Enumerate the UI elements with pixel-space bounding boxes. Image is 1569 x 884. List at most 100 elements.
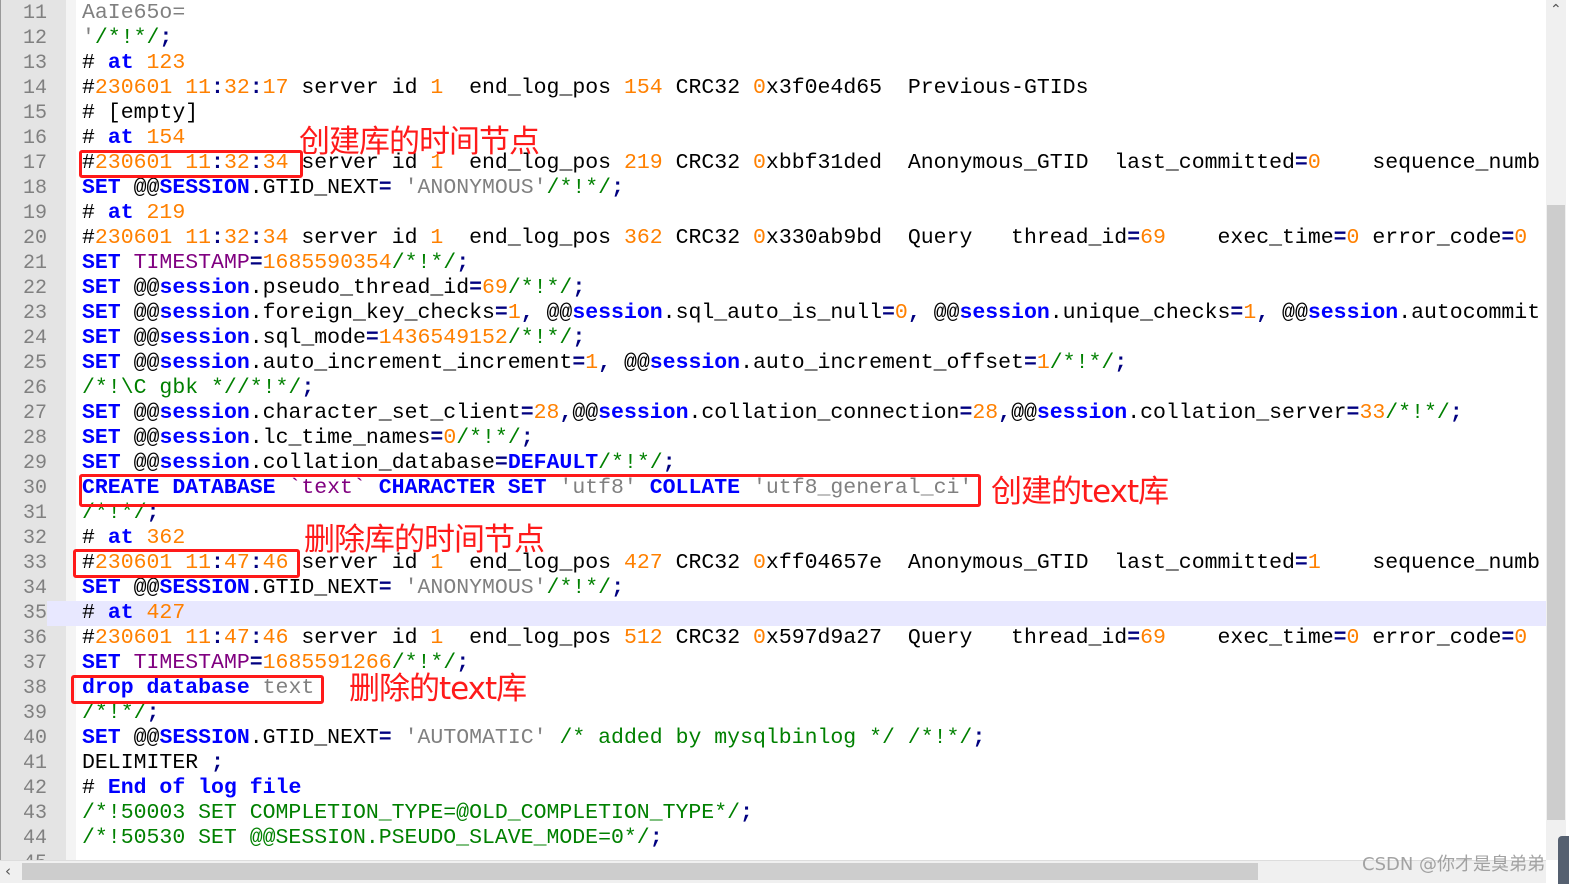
code-line[interactable]: 39 /*!*/; bbox=[1, 701, 1547, 726]
code-token: /*!*/ bbox=[507, 326, 573, 350]
code-token: at bbox=[107, 601, 134, 625]
code-token: .sql_auto_is_null bbox=[662, 301, 883, 325]
code-token: = bbox=[1230, 301, 1244, 325]
code-token: 0 bbox=[1514, 626, 1528, 650]
code-line[interactable]: 40 SET @@SESSION.GTID_NEXT= 'AUTOMATIC' /… bbox=[1, 726, 1547, 751]
code-line[interactable]: 15 # [empty] bbox=[1, 101, 1547, 126]
code-line[interactable]: 27 SET @@session.character_set_client=28,… bbox=[1, 401, 1547, 426]
line-number: 24 bbox=[22, 327, 47, 350]
code-token: CRC32 bbox=[662, 226, 754, 250]
code-token: 28 bbox=[972, 401, 999, 425]
code-line[interactable]: 11 AaIe65o= bbox=[1, 1, 1547, 26]
code-line[interactable]: 12 '/*!*/; bbox=[1, 26, 1547, 51]
code-token: DELIMITER bbox=[82, 751, 212, 775]
code-token: SET bbox=[82, 651, 121, 675]
code-line[interactable]: 45 bbox=[1, 851, 1547, 860]
code-line[interactable]: 29 SET @@session.collation_database=DEFAU… bbox=[1, 451, 1547, 476]
code-token: 'AUTOMATIC' bbox=[404, 726, 547, 750]
code-token: 427 bbox=[623, 551, 663, 575]
code-token: TIMESTAMP bbox=[133, 651, 250, 675]
code-line[interactable]: 20 #230601 11:32:34 server id 1 end_log_p… bbox=[1, 226, 1547, 251]
code-token: ; bbox=[662, 451, 676, 475]
code-token: /*!*/ bbox=[82, 701, 147, 725]
create-time-annotation: 创建库的时间节点 bbox=[299, 124, 540, 160]
line-number: 45 bbox=[1, 851, 47, 860]
code-line[interactable]: 24 SET @@session.sql_mode=1436549152/*!*/… bbox=[1, 326, 1547, 351]
horizontal-scrollbar[interactable]: ‹ bbox=[0, 860, 1546, 883]
code-line[interactable]: 21 SET TIMESTAMP=1685590354/*!*/; bbox=[1, 251, 1547, 276]
code-token: at bbox=[107, 51, 134, 75]
line-code: SET @@session.collation_database=DEFAULT… bbox=[82, 451, 676, 476]
chevron-left-icon[interactable]: ‹ bbox=[5, 862, 11, 880]
code-line[interactable]: 43 /*!50003 SET COMPLETION_TYPE=@OLD_COMP… bbox=[1, 801, 1547, 826]
code-token: 0 bbox=[1346, 626, 1360, 650]
code-token: .character_set_client bbox=[249, 401, 521, 425]
line-code: # at 123 bbox=[82, 51, 185, 76]
code-token: exec_time bbox=[1165, 626, 1334, 650]
code-token: # bbox=[82, 51, 108, 75]
code-line[interactable]: 36 #230601 11:47:46 server id 1 end_log_p… bbox=[1, 626, 1547, 651]
code-token: = bbox=[882, 301, 895, 325]
vertical-scrollbar[interactable]: ⌃ bbox=[1546, 0, 1566, 860]
line-code: /*!*/; bbox=[82, 701, 159, 726]
code-token: sequence_numb bbox=[1320, 151, 1541, 175]
code-editor[interactable]: 11 AaIe65o= 12 '/*!*/; 13 # at 123 14 #230601 1… bbox=[0, 0, 1547, 860]
line-code: SET @@SESSION.GTID_NEXT= 'AUTOMATIC' /* … bbox=[82, 726, 985, 751]
code-token: session bbox=[159, 301, 250, 325]
line-code: SET @@SESSION.GTID_NEXT= 'ANONYMOUS'/*!*… bbox=[82, 176, 624, 201]
line-code: /*!50003 SET COMPLETION_TYPE=@OLD_COMPLE… bbox=[82, 801, 753, 826]
horizontal-scroll-thumb[interactable] bbox=[22, 863, 1258, 880]
code-token: /*!50530 SET @@SESSION.PSEUDO_SLAVE_MODE… bbox=[82, 826, 650, 850]
code-token: = bbox=[1294, 551, 1308, 575]
code-token: /* added by mysqlbinlog */ /*!*/ bbox=[559, 726, 973, 750]
line-number: 25 bbox=[22, 352, 47, 375]
code-token: ; bbox=[572, 276, 586, 300]
line-code: #230601 11:47:46 server id 1 end_log_pos… bbox=[82, 551, 1540, 576]
code-line[interactable]: 22 SET @@session.pseudo_thread_id=69/*!*/… bbox=[1, 276, 1547, 301]
code-token: SET bbox=[82, 251, 121, 275]
code-token: @@ bbox=[120, 451, 160, 475]
line-number: 16 bbox=[22, 127, 47, 150]
code-token: /*!*/ bbox=[507, 276, 573, 300]
code-line[interactable]: 18 SET @@SESSION.GTID_NEXT= 'ANONYMOUS'/*… bbox=[1, 176, 1547, 201]
code-line[interactable]: 14 #230601 11:32:17 server id 1 end_log_p… bbox=[1, 76, 1547, 101]
code-token: SESSION bbox=[159, 576, 250, 600]
code-token: @@ bbox=[120, 176, 160, 200]
code-token: SET bbox=[82, 351, 121, 375]
line-number: 30 bbox=[22, 477, 47, 500]
code-line[interactable]: 32 # at 362 bbox=[1, 526, 1547, 551]
code-token: 1 bbox=[1243, 301, 1257, 325]
code-line[interactable]: 41 DELIMITER ; bbox=[1, 751, 1547, 776]
code-token: = bbox=[249, 651, 263, 675]
code-token: 230601 bbox=[94, 226, 173, 250]
code-token: session bbox=[159, 326, 250, 350]
code-token: 230601 bbox=[94, 76, 173, 100]
code-token: ; bbox=[146, 701, 160, 725]
code-line[interactable]: 42 # End of log file bbox=[1, 776, 1547, 801]
code-token: /*!*/ bbox=[546, 176, 612, 200]
code-line[interactable]: 28 SET @@session.lc_time_names=0/*!*/; bbox=[1, 426, 1547, 451]
code-line[interactable]: 37 SET TIMESTAMP=1685591266/*!*/; bbox=[1, 651, 1547, 676]
chevron-up-icon[interactable]: ⌃ bbox=[1550, 2, 1562, 18]
code-line[interactable]: 19 # at 219 bbox=[1, 201, 1547, 226]
code-line[interactable]: 16 # at 154 bbox=[1, 126, 1547, 151]
code-line[interactable]: 34 SET @@SESSION.GTID_NEXT= 'ANONYMOUS'/*… bbox=[1, 576, 1547, 601]
code-token: @@ bbox=[120, 401, 160, 425]
code-token: @@ bbox=[920, 301, 960, 325]
code-line[interactable]: 25 SET @@session.auto_increment_increment… bbox=[1, 351, 1547, 376]
code-token: = bbox=[1333, 226, 1347, 250]
code-token: end_log_pos bbox=[443, 626, 624, 650]
code-line[interactable]: 35 # at 427 bbox=[1, 601, 1547, 626]
code-token: CRC32 bbox=[662, 76, 754, 100]
code-token: SET bbox=[82, 576, 121, 600]
code-token: @@ bbox=[120, 576, 160, 600]
code-token: 154 bbox=[146, 126, 186, 150]
code-line[interactable]: 44 /*!50530 SET @@SESSION.PSEUDO_SLAVE_MO… bbox=[1, 826, 1547, 851]
code-line[interactable]: 13 # at 123 bbox=[1, 51, 1547, 76]
vertical-scroll-thumb[interactable] bbox=[1547, 205, 1565, 820]
code-token: 1436549152 bbox=[378, 326, 508, 350]
code-line[interactable]: 23 SET @@session.foreign_key_checks=1, @@… bbox=[1, 301, 1547, 326]
code-line[interactable]: 26 /*!\C gbk *//*!*/; bbox=[1, 376, 1547, 401]
line-code: #230601 11:32:17 server id 1 end_log_pos… bbox=[82, 76, 1088, 101]
